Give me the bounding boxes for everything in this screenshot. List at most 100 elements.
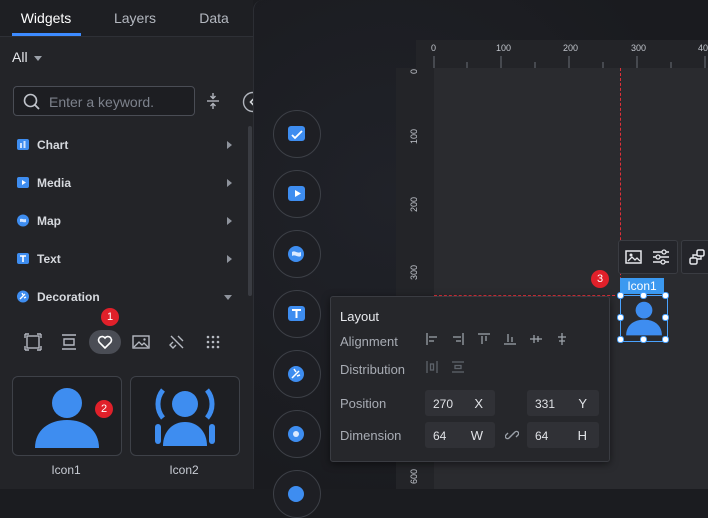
person-icon xyxy=(35,388,99,448)
paint-brush-icon[interactable] xyxy=(164,330,190,354)
width-value: 64 xyxy=(433,429,447,443)
quick-add-chart[interactable] xyxy=(273,110,321,158)
width-field[interactable]: 64 W xyxy=(425,422,495,448)
text-category-icon xyxy=(17,253,29,264)
quick-add-map[interactable] xyxy=(273,230,321,278)
resize-handle[interactable] xyxy=(640,336,647,343)
step-badge-3: 3 xyxy=(591,270,609,288)
ruler-tick: 0 xyxy=(409,68,419,74)
tab-data[interactable]: Data xyxy=(186,0,242,36)
tab-layers[interactable]: Layers xyxy=(98,0,172,36)
distribute-horizontal-icon[interactable] xyxy=(425,360,439,374)
step-badge-2: 2 xyxy=(95,400,113,418)
chart-category-icon xyxy=(17,139,29,150)
category-map[interactable]: Map xyxy=(16,210,234,232)
category-label: Decoration xyxy=(37,290,100,304)
text-widget-icon xyxy=(288,306,305,321)
selected-icon-widget[interactable] xyxy=(617,292,669,343)
map-widget-icon xyxy=(288,246,304,262)
link-widget-icon[interactable] xyxy=(688,248,706,266)
widget-card-icon2[interactable] xyxy=(130,376,240,456)
active-tab-indicator xyxy=(12,33,81,36)
grid-dots-icon[interactable] xyxy=(200,330,226,354)
search-icon xyxy=(23,93,40,110)
ruler-tick: 200 xyxy=(409,196,419,212)
category-text[interactable]: Text xyxy=(16,248,234,270)
layout-panel: Layout Alignment Distribution Position 2… xyxy=(330,296,610,462)
image-icon[interactable] xyxy=(128,330,154,354)
resize-handle[interactable] xyxy=(662,314,669,321)
align-bottom-icon[interactable] xyxy=(503,332,517,346)
collapse-all-icon[interactable] xyxy=(205,92,221,110)
distribute-vertical-icon[interactable] xyxy=(451,360,465,374)
quick-add-material[interactable] xyxy=(273,410,321,458)
category-decoration[interactable]: Decoration xyxy=(16,286,234,308)
settings-sliders-icon[interactable] xyxy=(652,248,670,266)
ruler-tick: 40 xyxy=(698,43,708,53)
category-media[interactable]: Media xyxy=(16,172,234,194)
position-y-value: 331 xyxy=(535,397,556,411)
category-chart[interactable]: Chart xyxy=(16,134,234,156)
search-box[interactable] xyxy=(13,86,195,116)
filter-label: All xyxy=(12,49,28,65)
ruler-tick: 300 xyxy=(409,264,419,280)
media-category-icon xyxy=(17,177,29,188)
ruler-tick: 0 xyxy=(431,43,437,53)
ruler-tick: 600 xyxy=(409,468,419,484)
position-x-field[interactable]: 270 X xyxy=(425,390,495,416)
search-input[interactable] xyxy=(49,93,189,111)
chevron-right-icon xyxy=(227,141,232,149)
more-widget-icon xyxy=(288,486,304,502)
divider-icon[interactable] xyxy=(56,330,82,354)
chart-widget-icon xyxy=(288,126,305,141)
widget-panel: Widgets Layers Data All Chart Media Map … xyxy=(0,0,253,489)
chevron-right-icon xyxy=(227,179,232,187)
position-y-field[interactable]: 331 Y xyxy=(527,390,599,416)
heart-icon xyxy=(97,335,113,350)
distribution-label: Distribution xyxy=(340,362,406,377)
quick-add-text[interactable] xyxy=(273,290,321,338)
height-unit: H xyxy=(577,428,587,443)
position-label: Position xyxy=(340,396,387,411)
align-right-icon[interactable] xyxy=(451,332,465,346)
resize-handle[interactable] xyxy=(662,292,669,299)
widget-toolbar-extra xyxy=(681,240,708,274)
resize-handle[interactable] xyxy=(617,292,624,299)
category-label: Text xyxy=(37,252,61,266)
decoration-category-icon xyxy=(17,290,29,303)
widget-label-icon1: Icon1 xyxy=(51,463,81,477)
height-field[interactable]: 64 H xyxy=(527,422,599,448)
align-center-icon[interactable] xyxy=(555,332,569,346)
resize-handle[interactable] xyxy=(662,336,669,343)
tab-widgets[interactable]: Widgets xyxy=(8,0,84,36)
chevron-down-icon xyxy=(224,295,232,300)
quick-add-more[interactable] xyxy=(273,470,321,518)
quick-add-media[interactable] xyxy=(273,170,321,218)
step-badge-1: 1 xyxy=(101,308,119,326)
replace-image-icon[interactable] xyxy=(625,249,643,265)
media-widget-icon xyxy=(288,186,305,201)
chevron-right-icon xyxy=(227,255,232,263)
icon-filter-button[interactable] xyxy=(89,330,121,354)
category-filter-dropdown[interactable]: All xyxy=(12,49,42,65)
category-label: Map xyxy=(37,214,61,228)
align-middle-icon[interactable] xyxy=(529,332,543,346)
chevron-right-icon xyxy=(227,217,232,225)
border-icon[interactable] xyxy=(20,330,46,354)
map-category-icon xyxy=(17,214,29,227)
panel-scrollbar[interactable] xyxy=(248,126,252,296)
chevron-down-icon xyxy=(33,55,42,61)
widget-label-icon2: Icon2 xyxy=(169,463,199,477)
resize-handle[interactable] xyxy=(640,292,647,299)
link-ratio-icon[interactable] xyxy=(505,428,519,442)
quick-add-decoration[interactable] xyxy=(273,350,321,398)
height-value: 64 xyxy=(535,429,549,443)
layout-title: Layout xyxy=(340,309,380,324)
category-label: Chart xyxy=(37,138,69,152)
align-left-icon[interactable] xyxy=(425,332,439,346)
person-icon xyxy=(626,301,662,336)
ruler-tick: 300 xyxy=(631,43,647,53)
resize-handle[interactable] xyxy=(617,336,624,343)
resize-handle[interactable] xyxy=(617,314,624,321)
align-top-icon[interactable] xyxy=(477,332,491,346)
